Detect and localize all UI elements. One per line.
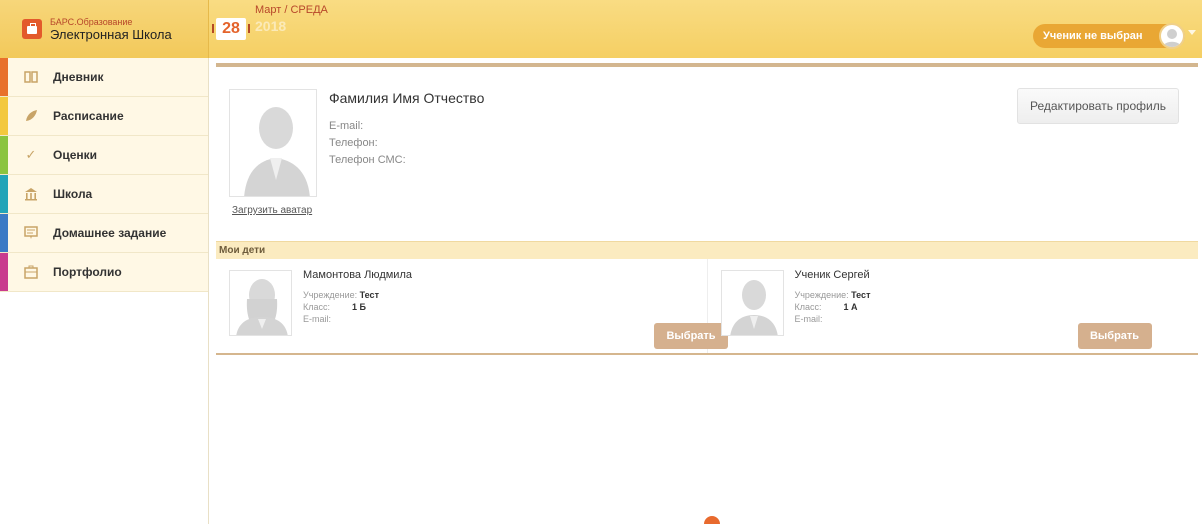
- child-institution-label: Учреждение:: [794, 290, 849, 300]
- child-class-label: Класс:: [303, 302, 330, 312]
- child-class-value: 1 Б: [352, 302, 366, 312]
- sidebar-item-label: Дневник: [53, 70, 104, 84]
- sidebar-menu: Дневник Расписание ✓ Оценки Школа Домашн…: [0, 58, 208, 292]
- sidebar-item-diary[interactable]: Дневник: [0, 58, 208, 97]
- user-avatar-icon: [1159, 23, 1185, 49]
- notification-dot[interactable]: [704, 516, 720, 524]
- upload-avatar-link[interactable]: Загрузить аватар: [232, 205, 312, 216]
- edit-profile-button[interactable]: Редактировать профиль: [1017, 88, 1179, 124]
- child-avatar: [720, 270, 784, 336]
- school-building-icon: [24, 187, 38, 201]
- sidebar-stripe: [0, 97, 8, 135]
- brand-text: БАРС.Образование Электронная Школа: [50, 16, 172, 42]
- date-display: 28 Март / СРЕДА 2018: [212, 5, 328, 40]
- children-list: Мамонтова Людмила Учреждение: Тест Класс…: [216, 259, 1198, 355]
- child-institution-value: Тест: [359, 290, 379, 300]
- sidebar-stripe: [0, 175, 8, 213]
- profile-email-label: E-mail:: [329, 120, 364, 132]
- child-class-label: Класс:: [794, 302, 822, 312]
- top-bar: БАРС.Образование Электронная Школа 28 Ма…: [0, 0, 1202, 58]
- sidebar: Дневник Расписание ✓ Оценки Школа Домашн…: [0, 58, 209, 524]
- child-email-label: E-mail:: [794, 314, 823, 324]
- child-class-row: Класс: 1 Б: [303, 302, 383, 312]
- date-year: 2018: [255, 18, 287, 34]
- child-institution-value: Тест: [851, 290, 871, 300]
- briefcase-icon: [22, 19, 42, 39]
- portfolio-icon: [24, 265, 38, 279]
- sidebar-stripe: [0, 136, 8, 174]
- main-content: Загрузить аватар Фамилия Имя Отчество E-…: [216, 63, 1198, 355]
- choose-child-button[interactable]: Выбрать: [1077, 323, 1152, 349]
- sidebar-item-label: Домашнее задание: [53, 226, 167, 240]
- book-icon: [24, 70, 38, 84]
- sidebar-item-label: Портфолио: [53, 265, 122, 279]
- child-name: Ученик Сергей: [794, 269, 870, 281]
- child-institution-row: Учреждение: Тест: [303, 290, 379, 300]
- profile-sms-phone-label: Телефон СМС:: [329, 154, 406, 166]
- sidebar-item-grades[interactable]: ✓ Оценки: [0, 136, 208, 175]
- child-card: Мамонтова Людмила Учреждение: Тест Класс…: [216, 259, 728, 353]
- student-selector-label: Ученик не выбран: [1043, 30, 1143, 42]
- date-month-weekday: Март / СРЕДА: [255, 4, 328, 16]
- sidebar-item-school[interactable]: Школа: [0, 175, 208, 214]
- sidebar-item-label: Расписание: [53, 109, 124, 123]
- brand-logo-link[interactable]: БАРС.Образование Электронная Школа: [0, 0, 209, 58]
- brand-subtitle: БАРС.Образование: [50, 16, 133, 27]
- sidebar-item-label: Оценки: [53, 148, 98, 162]
- sidebar-stripe: [0, 214, 8, 252]
- date-text: Март / СРЕДА 2018: [255, 4, 328, 34]
- check-icon: ✓: [25, 147, 37, 162]
- child-class-value: 1 А: [843, 302, 858, 312]
- sidebar-item-schedule[interactable]: Расписание: [0, 97, 208, 136]
- sidebar-stripe: [0, 253, 8, 291]
- child-institution-label: Учреждение:: [303, 290, 358, 300]
- sidebar-item-homework[interactable]: Домашнее задание: [0, 214, 208, 253]
- student-selector-button[interactable]: Ученик не выбран: [1033, 23, 1185, 49]
- leaf-icon: [24, 109, 38, 123]
- chevron-down-icon[interactable]: [1188, 30, 1196, 35]
- brand-title: Электронная Школа: [50, 26, 172, 42]
- homework-icon: [24, 226, 38, 240]
- app-root: БАРС.Образование Электронная Школа 28 Ма…: [0, 0, 1202, 524]
- child-avatar: [229, 270, 292, 336]
- profile-phone-label: Телефон:: [329, 137, 378, 149]
- date-day: 28: [212, 18, 250, 40]
- sidebar-item-portfolio[interactable]: Портфолио: [0, 253, 208, 292]
- profile-card: Загрузить аватар Фамилия Имя Отчество E-…: [216, 63, 1198, 241]
- my-children-header: Мои дети: [216, 241, 1198, 259]
- sidebar-stripe: [0, 58, 8, 96]
- sidebar-item-label: Школа: [53, 187, 93, 201]
- child-institution-row: Учреждение: Тест: [795, 290, 871, 300]
- child-email-label: E-mail:: [303, 314, 332, 324]
- profile-avatar: [229, 89, 317, 197]
- profile-name: Фамилия Имя Отчество: [329, 90, 485, 106]
- child-class-row: Класс: 1 А: [795, 302, 875, 312]
- child-name: Мамонтова Людмила: [303, 269, 412, 281]
- child-card: Ученик Сергей Учреждение: Тест Класс: 1 …: [708, 259, 1199, 353]
